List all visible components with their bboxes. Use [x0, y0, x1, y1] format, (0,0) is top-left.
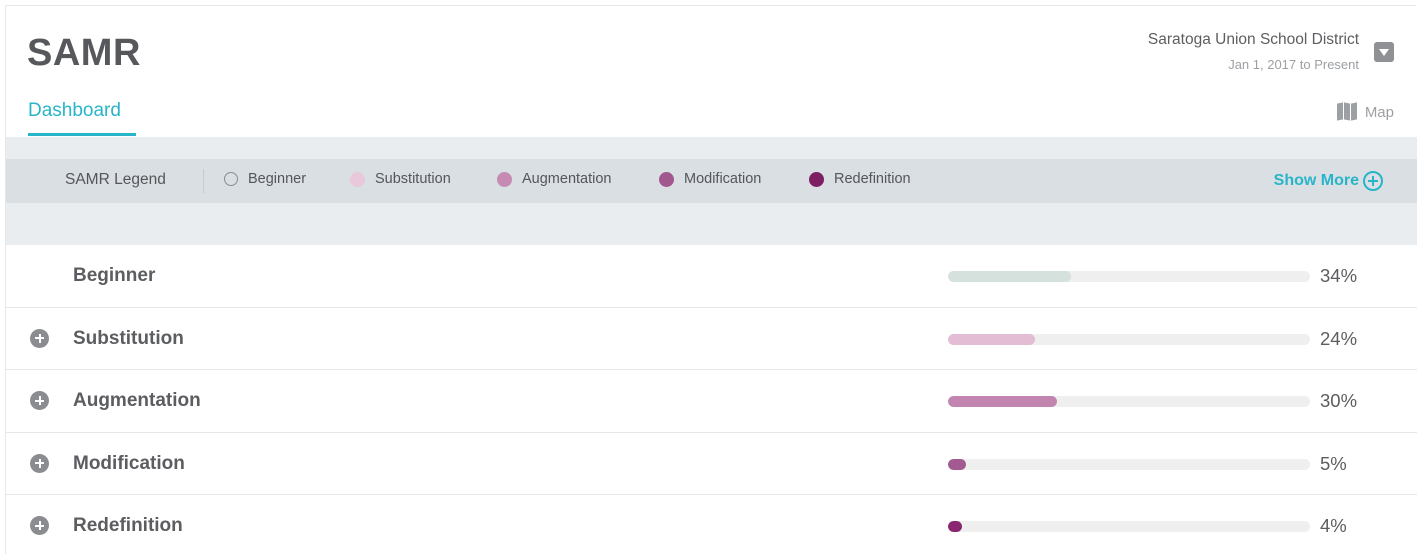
legend-label: Beginner — [248, 171, 307, 187]
district-name: Saratoga Union School District — [1147, 31, 1359, 48]
level-row-redefinition: Redefinition 4% — [6, 495, 1417, 557]
legend-item-redefinition: Redefinition — [809, 171, 911, 187]
legend-area: SAMR Legend Beginner Substitution Augmen… — [6, 137, 1417, 245]
legend-item-substitution: Substitution — [350, 171, 451, 187]
expand-plus-icon[interactable] — [30, 328, 49, 348]
level-percent: 24% — [1320, 327, 1358, 349]
level-label: Beginner — [73, 265, 156, 286]
map-icon — [1336, 102, 1359, 121]
samr-legend: SAMR Legend Beginner Substitution Augmen… — [6, 159, 1417, 203]
redefinition-dot-icon — [809, 171, 824, 187]
expand-plus-icon[interactable] — [30, 453, 49, 473]
samr-panel: SAMR Dashboard Saratoga Union School Dis… — [5, 5, 1417, 557]
progress-fill — [948, 458, 967, 470]
progress-fill — [948, 396, 1057, 407]
level-row-augmentation: Augmentation 30% — [6, 370, 1417, 433]
plus-circle-icon — [1363, 171, 1383, 191]
district-dropdown-icon[interactable] — [1374, 42, 1394, 62]
level-percent: 4% — [1320, 515, 1347, 536]
level-label: Redefinition — [73, 515, 183, 536]
legend-divider — [203, 169, 204, 193]
show-more-label: Show More — [1273, 172, 1359, 189]
show-more-button[interactable]: Show More — [1274, 171, 1383, 191]
page-title: SAMR — [27, 32, 141, 74]
level-percent: 5% — [1320, 452, 1347, 474]
level-row-beginner: Beginner 34% — [6, 245, 1417, 308]
legend-item-beginner: Beginner — [224, 171, 306, 187]
progress-track — [948, 521, 1310, 532]
augmentation-dot-icon — [497, 171, 512, 187]
map-label: Map — [1364, 103, 1394, 121]
level-label: Modification — [73, 452, 185, 474]
progress-fill — [948, 271, 1072, 282]
expand-plus-icon[interactable] — [30, 516, 49, 535]
progress-fill — [948, 333, 1035, 345]
legend-label: Substitution — [375, 171, 451, 187]
samr-levels-list: Beginner 34% Substitution 24% Augmentati… — [6, 245, 1417, 557]
progress-fill — [948, 521, 963, 532]
legend-item-modification: Modification — [659, 171, 761, 187]
modification-dot-icon — [659, 171, 674, 187]
progress-track — [948, 271, 1310, 282]
district-date-range: Jan 1, 2017 to Present — [1228, 57, 1359, 72]
beginner-dot-icon — [224, 172, 238, 186]
legend-item-augmentation: Augmentation — [497, 171, 611, 187]
legend-label: Modification — [684, 171, 762, 187]
header: SAMR Dashboard Saratoga Union School Dis… — [6, 6, 1417, 137]
legend-label: Augmentation — [522, 171, 612, 187]
tab-active-indicator — [28, 133, 136, 136]
substitution-dot-icon — [350, 171, 365, 187]
progress-track — [948, 396, 1310, 407]
level-label: Substitution — [73, 327, 184, 349]
legend-label: Redefinition — [834, 171, 911, 187]
level-percent: 30% — [1320, 390, 1358, 411]
level-label: Augmentation — [73, 390, 201, 411]
progress-track — [948, 458, 1310, 470]
map-link[interactable]: Map — [1336, 102, 1394, 121]
progress-track — [948, 333, 1310, 345]
level-percent: 34% — [1320, 265, 1358, 286]
legend-title: SAMR Legend — [65, 171, 166, 188]
expand-plus-icon[interactable] — [30, 391, 49, 410]
level-row-substitution: Substitution 24% — [6, 307, 1417, 370]
district-info: Saratoga Union School District Jan 1, 20… — [1148, 31, 1359, 72]
level-row-modification: Modification 5% — [6, 432, 1417, 495]
tab-dashboard[interactable]: Dashboard — [28, 100, 121, 122]
